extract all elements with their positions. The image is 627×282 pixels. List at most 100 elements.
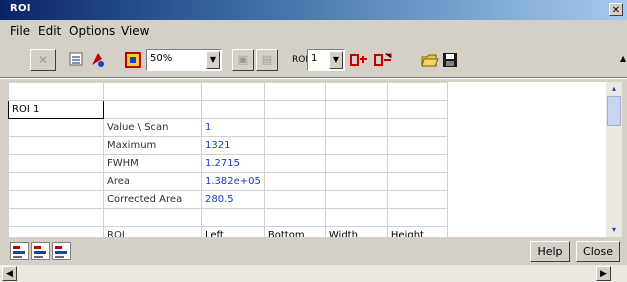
layout-3-icon[interactable]: [52, 242, 71, 260]
table-cell[interactable]: [263, 208, 326, 227]
scroll-right-icon[interactable]: ▶: [596, 266, 611, 281]
vertical-scrollbar[interactable]: ▴ ▾: [606, 82, 622, 237]
table-cell[interactable]: 280.5: [201, 190, 265, 209]
table-cell[interactable]: [103, 208, 202, 227]
roi-add-icon[interactable]: [348, 49, 370, 71]
table-cell[interactable]: [201, 82, 265, 101]
table-cell[interactable]: Height: [386, 226, 448, 237]
table-cell[interactable]: [386, 82, 448, 101]
table-cell[interactable]: Maximum: [103, 136, 202, 155]
zoom-value: 50%: [150, 53, 173, 64]
open-folder-icon[interactable]: [420, 49, 440, 71]
table-row: Value \ Scan 1: [8, 118, 448, 137]
delete-roi-icon[interactable]: ✕: [30, 49, 56, 71]
scroll-left-icon[interactable]: ◀: [2, 266, 17, 281]
table-cell[interactable]: 1321: [201, 136, 265, 155]
close-window-button[interactable]: ✕: [609, 3, 623, 16]
table-cell[interactable]: [263, 136, 326, 155]
table-cell[interactable]: [324, 136, 388, 155]
zoom-icon[interactable]: [124, 49, 142, 71]
table-cell[interactable]: [8, 118, 104, 137]
menu-options[interactable]: Options: [69, 24, 115, 38]
table-cell[interactable]: [263, 118, 326, 137]
table-cell[interactable]: [386, 154, 448, 173]
table-row: FWHM 1.2715: [8, 154, 448, 173]
table-cell[interactable]: [8, 136, 104, 155]
layout-1-icon[interactable]: [10, 242, 29, 260]
table-cell[interactable]: [386, 136, 448, 155]
table-cell[interactable]: [263, 190, 326, 209]
table-cell[interactable]: [8, 190, 104, 209]
table-cell[interactable]: [386, 118, 448, 137]
table-row: Area 1.382e+05: [8, 172, 448, 191]
table-cell[interactable]: Left: [201, 226, 265, 237]
table-cell[interactable]: Value \ Scan: [103, 118, 202, 137]
scroll-up-arrow-icon[interactable]: ▴: [606, 82, 622, 96]
table-cell[interactable]: [324, 100, 388, 119]
table-cell[interactable]: [263, 100, 326, 119]
table-cell[interactable]: [324, 154, 388, 173]
color-icon[interactable]: [88, 49, 108, 71]
roi-label: ROI: [292, 55, 308, 65]
table-cell[interactable]: [386, 100, 448, 119]
layout-2-icon[interactable]: [31, 242, 50, 260]
table-cell[interactable]: [263, 172, 326, 191]
horizontal-scrollbar[interactable]: ◀ ▶: [0, 265, 627, 282]
chevron-down-icon[interactable]: ▼: [206, 51, 220, 69]
roi-select[interactable]: 1 ▼: [307, 49, 345, 71]
table-cell[interactable]: [386, 172, 448, 191]
table-cell[interactable]: 1: [201, 118, 265, 137]
table-row: ROI Left Bottom Width Height: [8, 226, 448, 237]
table-cell[interactable]: [8, 208, 104, 227]
help-button[interactable]: Help: [530, 241, 570, 262]
menu-edit[interactable]: Edit: [38, 24, 61, 38]
table-cell[interactable]: [263, 82, 326, 101]
scroll-down-arrow-icon[interactable]: ▾: [606, 223, 622, 237]
table-cell[interactable]: [386, 190, 448, 209]
table-cell[interactable]: [324, 82, 388, 101]
table-cell[interactable]: 1.382e+05: [201, 172, 265, 191]
toolbar: ✕ 50% ▼ ▣ ▤ ROI 1 ▼: [0, 49, 627, 75]
properties-icon[interactable]: [67, 49, 87, 71]
zoom-select[interactable]: 50% ▼: [146, 49, 222, 71]
table-cell[interactable]: [324, 190, 388, 209]
chevron-down-icon[interactable]: ▼: [329, 51, 343, 69]
table-cell[interactable]: Area: [103, 172, 202, 191]
table-cell[interactable]: [8, 172, 104, 191]
table-row: [8, 208, 448, 227]
table-row: ROI 1: [8, 100, 448, 119]
table-row: [8, 82, 448, 101]
menu-view[interactable]: View: [121, 24, 149, 38]
table-cell[interactable]: Bottom: [263, 226, 326, 237]
table-cell[interactable]: ROI: [103, 226, 202, 237]
table-cell[interactable]: Corrected Area: [103, 190, 202, 209]
scroll-thumb[interactable]: [607, 96, 621, 126]
table-cell[interactable]: [324, 118, 388, 137]
table-cell[interactable]: [8, 226, 104, 237]
table-cell[interactable]: [8, 154, 104, 173]
menu-file[interactable]: File: [10, 24, 30, 38]
scroll-up-icon[interactable]: ▲: [620, 54, 626, 63]
menu-bar: File Edit Options View: [0, 24, 627, 42]
title-bar: ROI ✕: [0, 0, 627, 20]
table-cell[interactable]: [8, 82, 104, 101]
table-cell[interactable]: [386, 208, 448, 227]
table-cell[interactable]: [324, 172, 388, 191]
table-cell[interactable]: 1.2715: [201, 154, 265, 173]
table-cell[interactable]: [103, 82, 202, 101]
table-cell[interactable]: [201, 100, 265, 119]
table-cell[interactable]: [103, 100, 202, 119]
table-cell[interactable]: [263, 154, 326, 173]
table-cell[interactable]: Width: [324, 226, 388, 237]
results-table: ROI 1 Value \ Scan 1 Maximum 1321 FWHM 1.2715 A…: [8, 82, 448, 237]
table-cell[interactable]: [201, 208, 265, 227]
bottom-bar: Help Close: [0, 240, 627, 264]
close-button[interactable]: Close: [576, 241, 620, 262]
window-title: ROI: [10, 3, 31, 14]
table-cell[interactable]: [324, 208, 388, 227]
table-cell[interactable]: ROI 1: [8, 100, 104, 119]
save-icon[interactable]: [441, 49, 459, 71]
roi-results-grid[interactable]: ROI 1 Value \ Scan 1 Maximum 1321 FWHM 1.2715 A…: [8, 82, 606, 237]
roi-remove-icon[interactable]: [372, 49, 394, 71]
table-cell[interactable]: FWHM: [103, 154, 202, 173]
